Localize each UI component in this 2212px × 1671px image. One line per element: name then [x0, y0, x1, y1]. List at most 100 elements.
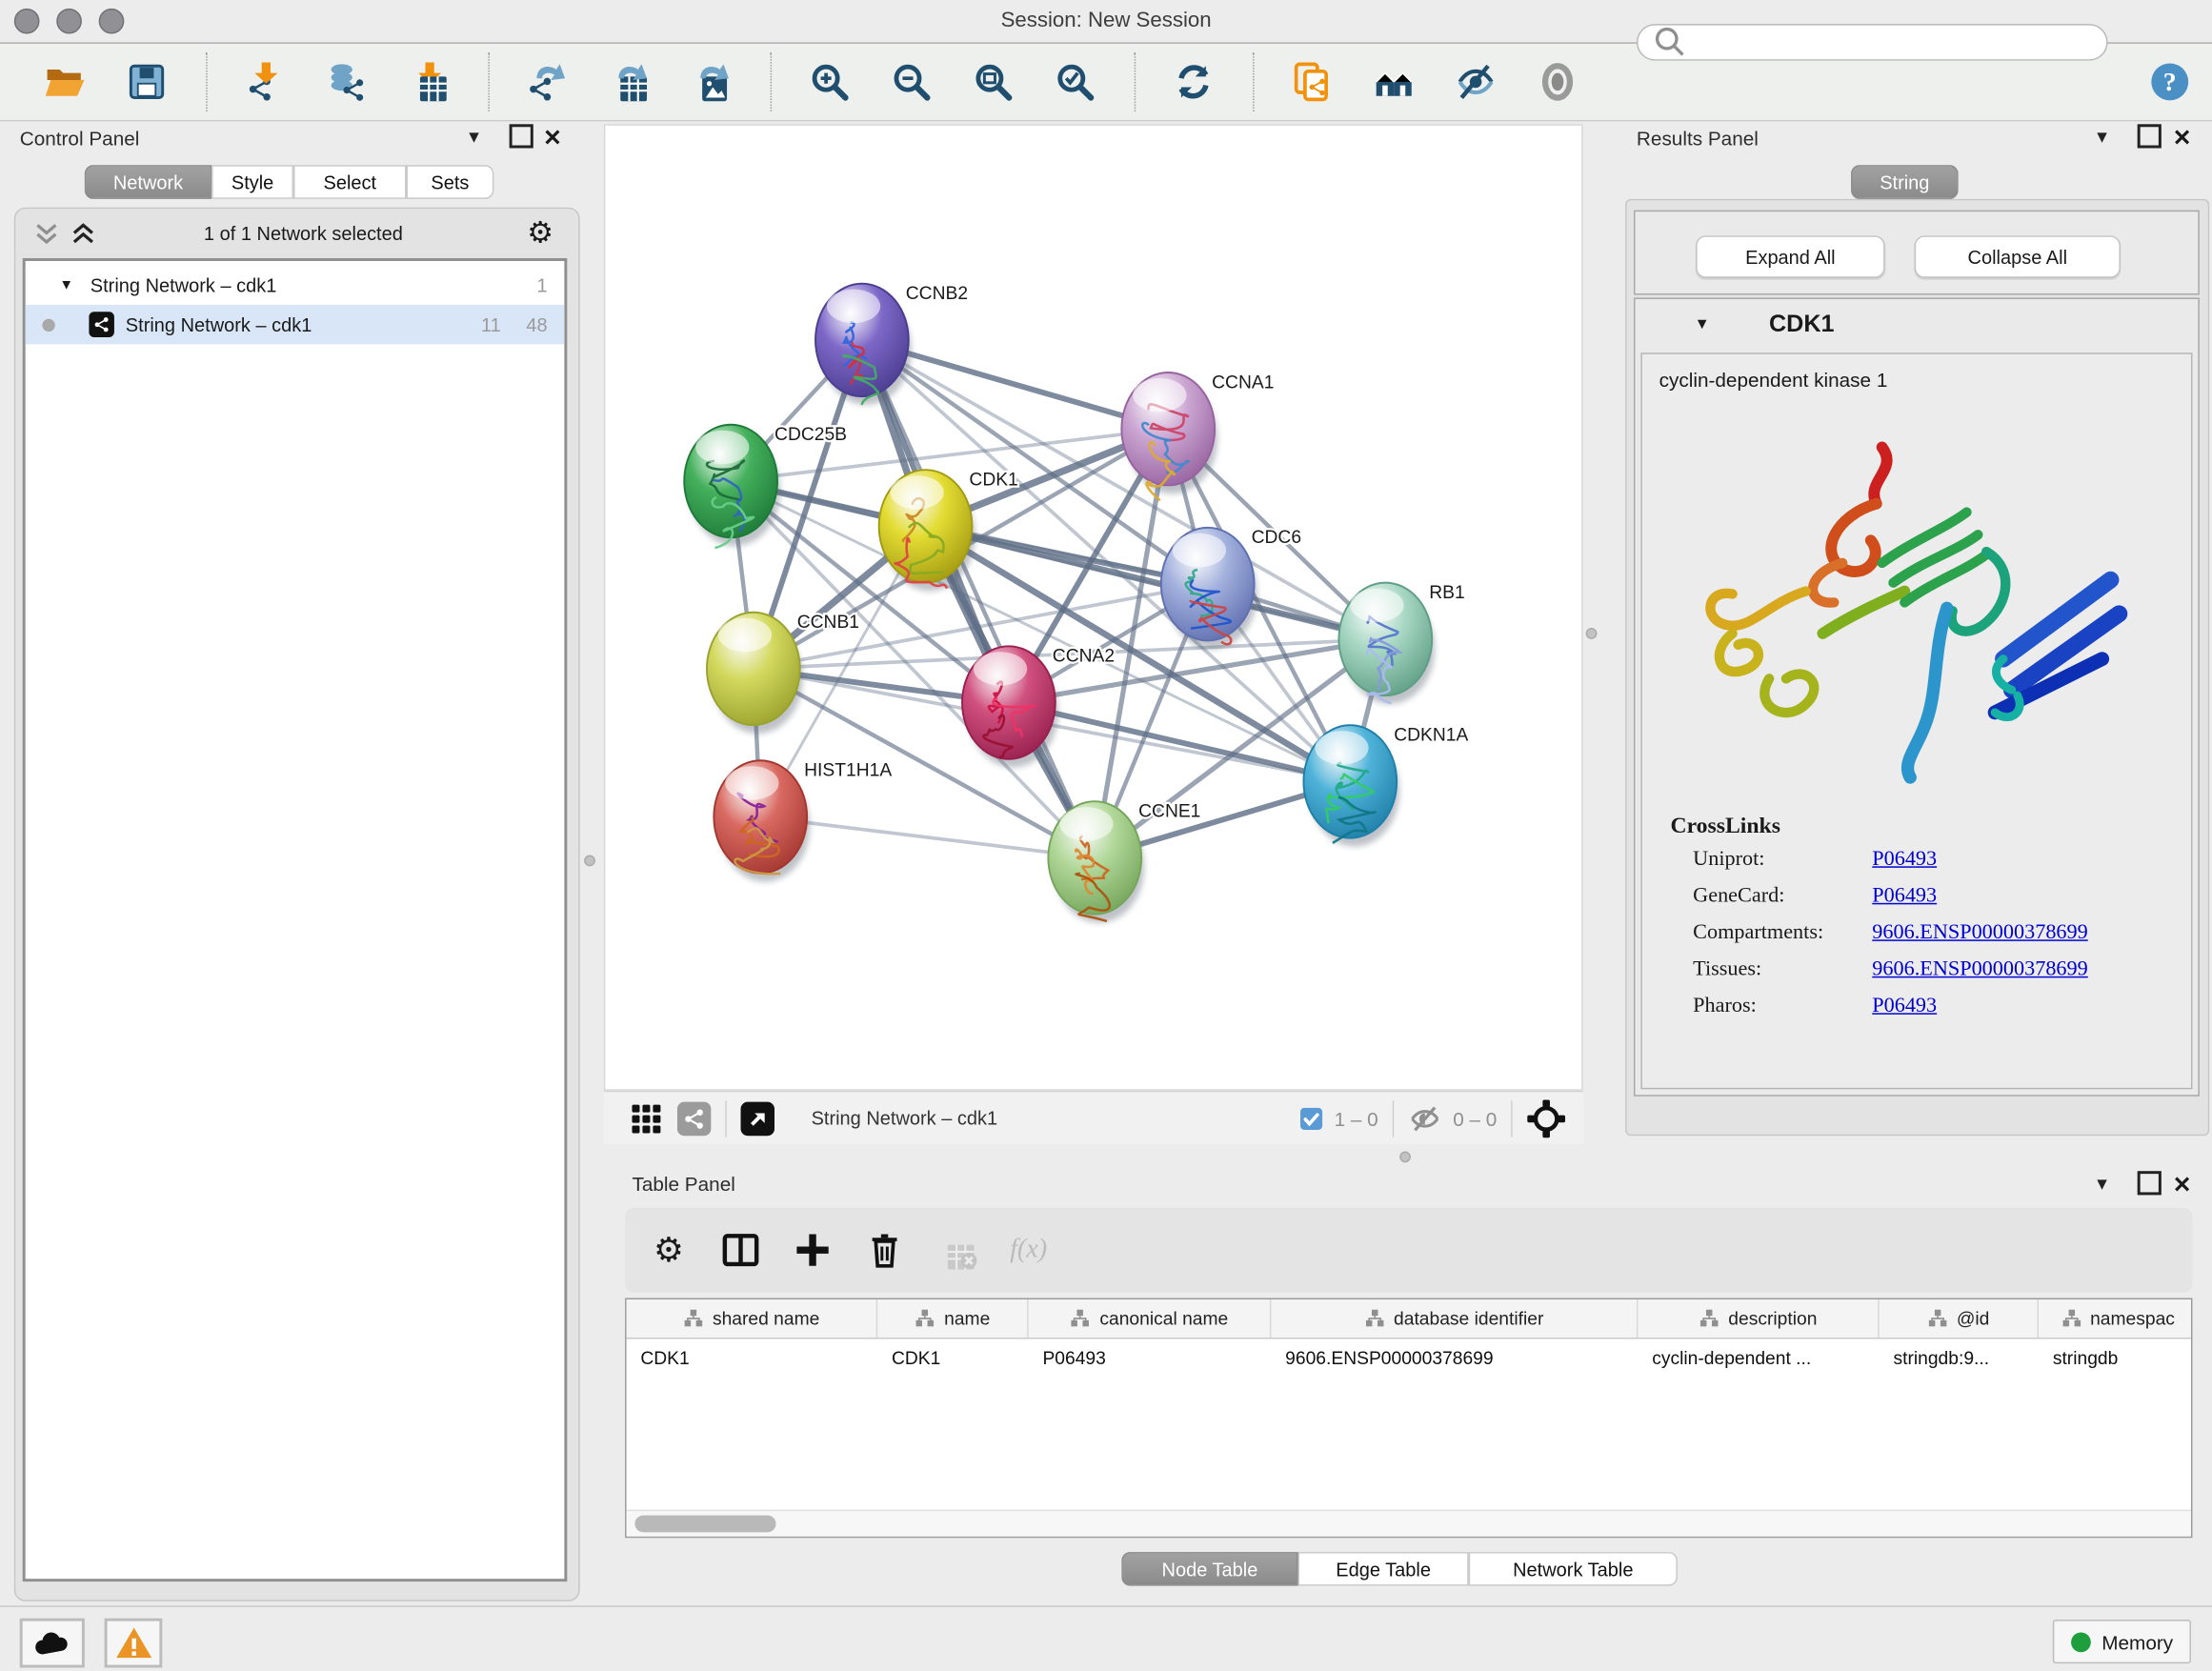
table-row[interactable]: CDK1CDK1P064939606.ENSP00000378699cyclin… — [627, 1339, 2191, 1376]
network-collection-row[interactable]: ▼ String Network – cdk1 1 — [26, 261, 565, 305]
import-network-icon[interactable] — [234, 53, 296, 110]
table-cell[interactable]: stringdb:9... — [1880, 1339, 2039, 1376]
table-cell[interactable]: CDK1 — [877, 1339, 1028, 1376]
table-cell[interactable]: 9606.ENSP00000378699 — [1271, 1339, 1638, 1376]
import-table-icon[interactable] — [398, 53, 460, 110]
table-cell[interactable]: CDK1 — [627, 1339, 878, 1376]
gene-collapse-arrow-icon[interactable]: ▼ — [1695, 316, 1710, 333]
svg-text:CDK1: CDK1 — [969, 470, 1017, 490]
fit-selected-crosshair-icon[interactable] — [1526, 1098, 1565, 1137]
left-splitter-handle[interactable] — [584, 855, 595, 866]
tab-node-table[interactable]: Node Table — [1121, 1552, 1297, 1586]
crosslink-value-link[interactable]: 9606.ENSP00000378699 — [1872, 958, 2087, 982]
save-session-icon[interactable] — [115, 53, 177, 110]
column-header-shared-name[interactable]: shared name — [627, 1299, 878, 1338]
expand-all-icon[interactable] — [68, 219, 99, 251]
zoom-out-icon[interactable] — [880, 53, 942, 110]
table-cell[interactable]: stringdb — [2039, 1339, 2192, 1376]
tab-network[interactable]: Network — [85, 165, 211, 199]
hidden-eye-icon[interactable] — [1408, 1101, 1442, 1136]
network-node-HIST1H1A[interactable]: HIST1H1A — [714, 760, 892, 881]
table-panel-close-button[interactable]: ✕ — [2173, 1171, 2192, 1199]
application-window: Session: New Session ? Control Panel ▼ ✕… — [0, 0, 2212, 1670]
memory-button[interactable]: Memory — [2053, 1620, 2191, 1663]
zoom-selected-icon[interactable] — [1044, 53, 1106, 110]
network-node-CDC25B[interactable]: CDC25B — [684, 425, 847, 548]
export-table-icon[interactable] — [598, 53, 660, 110]
search-field[interactable] — [1637, 24, 2108, 61]
table-cell[interactable]: cyclin-dependent ... — [1638, 1339, 1879, 1376]
horizontal-scrollbar[interactable] — [627, 1510, 2191, 1537]
selected-nodes-checkbox-icon[interactable] — [1299, 1106, 1323, 1130]
zoom-in-icon[interactable] — [798, 53, 860, 110]
crosslink-value-link[interactable]: P06493 — [1872, 848, 1937, 872]
table-panel-menu-arrow[interactable]: ▼ — [2094, 1174, 2111, 1194]
tab-select[interactable]: Select — [293, 165, 406, 199]
column-header-name[interactable]: name — [877, 1299, 1028, 1338]
collapse-all-icon[interactable] — [31, 219, 63, 251]
table-panel-title: Table Panel — [632, 1173, 734, 1196]
open-session-icon[interactable] — [34, 53, 96, 110]
help-icon[interactable]: ? — [2142, 53, 2198, 110]
network-graph[interactable]: CCNB2 CCNA1 CDC25B CDK1 CDC6 — [605, 126, 1581, 1090]
results-panel-close-button[interactable]: ✕ — [2173, 124, 2192, 152]
crosslink-value-link[interactable]: P06493 — [1872, 885, 1937, 909]
table-cell[interactable]: P06493 — [1029, 1339, 1272, 1376]
divider — [1393, 1099, 1394, 1137]
control-panel-float-button[interactable] — [510, 124, 533, 148]
crosslink-value-link[interactable]: 9606.ENSP00000378699 — [1872, 921, 2087, 945]
table-panel-float-button[interactable] — [2138, 1171, 2162, 1195]
network-node-CCNA1[interactable]: CCNA1 — [1121, 372, 1274, 500]
tab-sets[interactable]: Sets — [407, 165, 494, 199]
network-options-gear-icon[interactable]: ⚙ — [522, 214, 559, 252]
tree-expand-arrow-icon[interactable]: ▼ — [26, 277, 73, 292]
birdseye-icon[interactable] — [630, 1101, 664, 1136]
open-network-icon[interactable] — [741, 1101, 775, 1136]
column-header-canonical-name[interactable]: canonical name — [1029, 1299, 1272, 1338]
gene-card-header[interactable]: ▼ CDK1 — [1635, 299, 2198, 350]
clone-network-icon[interactable] — [1281, 53, 1343, 110]
export-image-icon[interactable] — [680, 53, 742, 110]
hide-selected-icon[interactable] — [1445, 53, 1507, 110]
control-panel-close-button[interactable]: ✕ — [543, 124, 562, 152]
string-tools-icon[interactable] — [677, 1101, 712, 1136]
zoom-fit-icon[interactable] — [962, 53, 1024, 110]
column-header-@id[interactable]: @id — [1880, 1299, 2039, 1338]
collapse-all-button[interactable]: Collapse All — [1915, 235, 2121, 277]
tab-edge-table[interactable]: Edge Table — [1298, 1552, 1469, 1586]
show-all-icon[interactable] — [1526, 53, 1588, 110]
expand-all-button[interactable]: Expand All — [1696, 235, 1884, 277]
control-panel-menu-arrow[interactable]: ▼ — [466, 127, 483, 147]
horizontal-splitter-handle[interactable] — [1399, 1151, 1411, 1162]
tab-style[interactable]: Style — [211, 165, 293, 199]
network-node-CCNA2[interactable]: CCNA2 — [962, 646, 1115, 767]
warnings-button[interactable] — [105, 1619, 163, 1668]
gear-icon[interactable]: ⚙ — [645, 1229, 693, 1271]
split-columns-icon[interactable] — [716, 1229, 764, 1271]
svg-text:CDKN1A: CDKN1A — [1394, 726, 1468, 746]
network-node-CDKN1A[interactable]: CDKN1A — [1303, 725, 1468, 846]
apply-layout-icon[interactable] — [1162, 53, 1224, 110]
delete-column-icon[interactable] — [860, 1229, 908, 1271]
results-panel-menu-arrow[interactable]: ▼ — [2094, 127, 2111, 147]
network-row-selected[interactable]: String Network – cdk1 11 48 — [26, 305, 565, 344]
tab-network-table[interactable]: Network Table — [1469, 1552, 1678, 1586]
column-header-description[interactable]: description — [1638, 1299, 1879, 1338]
network-node-CCNE1[interactable]: CCNE1 — [1048, 801, 1200, 922]
cloud-status-button[interactable] — [20, 1619, 85, 1668]
import-network-database-icon[interactable] — [316, 53, 378, 110]
column-header-database-identifier[interactable]: database identifier — [1271, 1299, 1638, 1338]
search-input[interactable] — [1692, 30, 2093, 54]
results-panel-float-button[interactable] — [2138, 124, 2162, 148]
add-column-icon[interactable] — [789, 1229, 836, 1271]
crosslink-value-link[interactable]: P06493 — [1872, 995, 1937, 1018]
column-header-namespac[interactable]: namespac — [2039, 1299, 2192, 1338]
tab-string[interactable]: String — [1851, 165, 1959, 199]
network-node-CDC6[interactable]: CDC6 — [1161, 528, 1301, 649]
scrollbar-thumb[interactable] — [634, 1516, 775, 1533]
first-neighbors-icon[interactable] — [1363, 53, 1425, 110]
network-canvas[interactable]: CCNB2 CCNA1 CDC25B CDK1 CDC6 — [604, 124, 1583, 1090]
network-node-RB1[interactable]: RB1 — [1338, 583, 1464, 704]
export-network-icon[interactable] — [516, 53, 578, 110]
right-splitter-handle[interactable] — [1586, 628, 1598, 639]
